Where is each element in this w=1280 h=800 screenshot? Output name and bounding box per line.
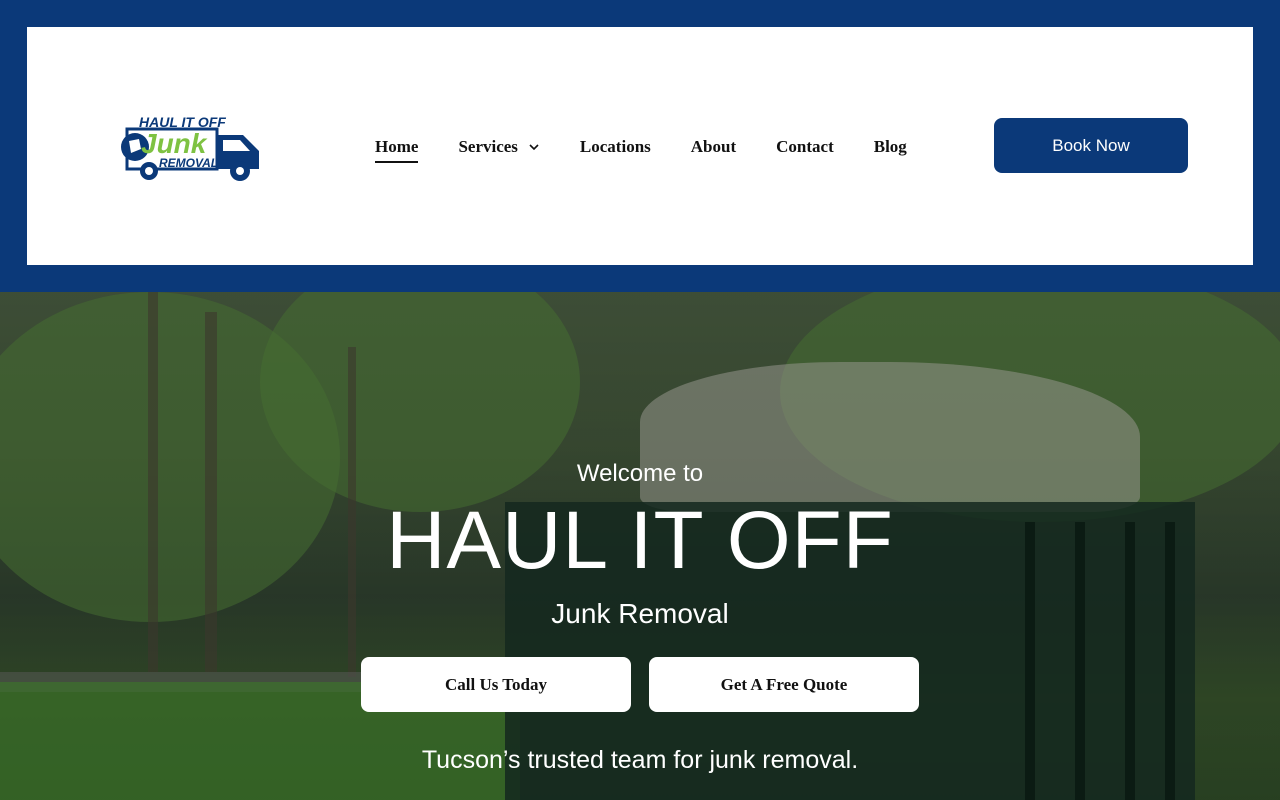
nav-contact-label: Contact <box>776 137 834 156</box>
nav-item-services[interactable]: Services <box>458 137 539 157</box>
logo-line2: Junk <box>141 128 208 159</box>
nav-home-label: Home <box>375 137 419 156</box>
truck-logo-icon: HAUL IT OFF Junk REMOVAL <box>121 114 259 181</box>
site-header: HAUL IT OFF Junk REMOVAL Home Services L… <box>27 27 1253 265</box>
nav-item-about[interactable]: About <box>691 137 736 157</box>
book-now-button[interactable]: Book Now <box>994 118 1188 173</box>
main-nav: Home Services Locations About Contact Bl… <box>375 132 947 163</box>
hero-welcome: Welcome to <box>576 460 704 487</box>
nav-locations-label: Locations <box>579 137 651 156</box>
chevron-down-icon <box>529 144 539 151</box>
call-us-button[interactable]: Call Us Today <box>361 657 631 712</box>
site-logo[interactable]: HAUL IT OFF Junk REMOVAL <box>119 111 265 183</box>
nav-item-contact[interactable]: Contact <box>776 137 834 157</box>
hero-title: HAUL IT OFF <box>386 495 894 586</box>
hero-content: Welcome to HAUL IT OFF Junk Removal Call… <box>0 292 1280 800</box>
nav-item-home[interactable]: Home <box>375 137 419 163</box>
hero-subtitle: Junk Removal <box>551 598 729 629</box>
nav-item-locations[interactable]: Locations <box>580 137 651 157</box>
nav-item-blog[interactable]: Blog <box>874 137 907 157</box>
hero-tagline: Tucson’s trusted team for junk removal. <box>421 746 859 774</box>
hero-section: Welcome to HAUL IT OFF Junk Removal Call… <box>0 292 1280 800</box>
nav-services-label: Services <box>458 137 518 156</box>
free-quote-button[interactable]: Get A Free Quote <box>649 657 919 712</box>
nav-blog-label: Blog <box>873 137 907 156</box>
nav-about-label: About <box>690 137 737 156</box>
logo-line3: REMOVAL <box>159 156 218 170</box>
